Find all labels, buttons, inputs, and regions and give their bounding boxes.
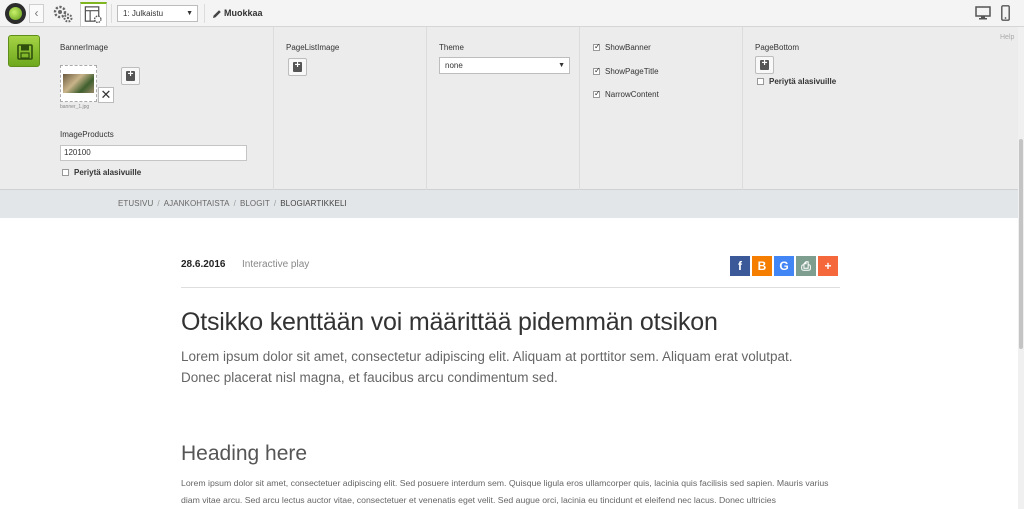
edit-button[interactable]: Muokkaa <box>210 5 267 22</box>
column-divider <box>742 27 743 190</box>
remove-image-button[interactable]: ✕ <box>98 87 114 103</box>
add-page-bottom-button[interactable] <box>755 56 774 74</box>
chevron-left-icon[interactable]: ‹ <box>29 4 44 23</box>
breadcrumb-separator: / <box>273 199 277 208</box>
print-icon[interactable]: ⎙ <box>796 256 816 276</box>
article-date: 28.6.2016 <box>181 259 226 270</box>
version-select-value: 1: Julkaistu <box>123 9 164 18</box>
facebook-icon[interactable]: f <box>730 256 750 276</box>
page-bottom-label: PageBottom <box>755 43 800 52</box>
article-body: Lorem ipsum dolor sit amet, consectetuer… <box>181 478 829 505</box>
page-bottom-inherit-checkbox[interactable] <box>757 78 764 85</box>
breadcrumb-separator: / <box>233 199 236 208</box>
cms-editor-page: ‹ 1: Julkaistu ▼ Muokkaa BannerImage ban… <box>0 0 1024 509</box>
help-link[interactable]: Help <box>1000 34 1014 41</box>
article-lead: Lorem ipsum dolor sit amet, consectetur … <box>181 349 793 385</box>
column-divider <box>273 27 274 190</box>
save-button[interactable] <box>8 35 40 67</box>
show-banner-checkbox[interactable] <box>593 42 601 51</box>
breadcrumb-separator: / <box>157 199 160 208</box>
toolbar-divider <box>204 4 205 23</box>
mobile-icon[interactable] <box>1001 5 1010 21</box>
show-page-title-checkbox[interactable] <box>593 66 601 75</box>
share-buttons: f B G ⎙ + <box>730 256 838 276</box>
logo-icon[interactable] <box>5 3 26 24</box>
page-settings-icon <box>84 6 102 24</box>
narrow-content-row: NarrowContent <box>593 89 659 99</box>
breadcrumb-item-ajankohtaista[interactable]: AJANKOHTAISTA <box>164 199 230 208</box>
caret-down-icon: ▼ <box>186 10 193 17</box>
blogger-icon[interactable]: B <box>752 256 772 276</box>
page-scrollbar[interactable] <box>1018 27 1024 509</box>
google-icon[interactable]: G <box>774 256 794 276</box>
breadcrumb-item-blogit[interactable]: BLOGIT <box>240 199 270 208</box>
add-page-list-image-button[interactable] <box>288 58 307 76</box>
theme-select-value: none <box>445 61 463 70</box>
page-bottom-inherit-label: Periytä alasivuille <box>769 77 837 86</box>
gear-icon[interactable] <box>51 3 75 25</box>
page-list-image-label: PageListImage <box>286 43 340 52</box>
narrow-content-label: NarrowContent <box>605 90 659 99</box>
column-divider <box>579 27 580 190</box>
breadcrumb-item-current: BLOGIARTIKKELI <box>280 199 347 208</box>
show-banner-row: ShowBanner <box>593 42 651 52</box>
banner-image-label: BannerImage <box>60 43 109 52</box>
inherit-label: Periytä alasivuille <box>74 168 142 177</box>
inherit-row: Periytä alasivuille <box>62 168 141 177</box>
banner-image-filename: banner_1.jpg <box>60 104 90 110</box>
top-toolbar: ‹ 1: Julkaistu ▼ Muokkaa <box>0 0 1024 27</box>
page-settings-button[interactable] <box>80 2 107 27</box>
show-banner-label: ShowBanner <box>605 43 651 52</box>
column-divider <box>426 27 427 190</box>
scrollbar-thumb[interactable] <box>1019 139 1023 349</box>
toolbar-divider <box>111 4 112 23</box>
show-page-title-row: ShowPageTitle <box>593 66 659 76</box>
narrow-content-checkbox[interactable] <box>593 89 601 98</box>
add-banner-image-button[interactable] <box>121 67 140 85</box>
more-share-icon[interactable]: + <box>818 256 838 276</box>
page-bottom-inherit-row: Periytä alasivuille <box>757 77 836 86</box>
version-select[interactable]: 1: Julkaistu ▼ <box>117 5 198 22</box>
property-panel: BannerImage banner_1.jpg ✕ ImageProducts… <box>0 27 1024 190</box>
article-title: Otsikko kenttään voi määrittää pidemmän … <box>181 308 718 336</box>
floppy-disk-icon <box>17 44 33 60</box>
theme-select[interactable]: none ▼ <box>439 57 570 74</box>
edit-button-label: Muokkaa <box>224 8 263 18</box>
theme-label: Theme <box>439 43 464 52</box>
image-products-label: ImageProducts <box>60 130 114 139</box>
close-icon: ✕ <box>100 87 112 102</box>
banner-image-thumbnail[interactable] <box>60 65 97 102</box>
article-divider <box>181 287 840 288</box>
article-author: Interactive play <box>242 259 310 270</box>
breadcrumb-bar: ETUSIVU / AJANKOHTAISTA / BLOGIT / BLOGI… <box>0 190 1018 218</box>
caret-down-icon: ▼ <box>558 62 565 69</box>
breadcrumb-item-etusivu[interactable]: ETUSIVU <box>118 199 153 208</box>
inherit-checkbox[interactable] <box>62 169 69 176</box>
image-products-input[interactable]: 120100 <box>60 145 247 161</box>
show-page-title-label: ShowPageTitle <box>605 67 659 76</box>
pencil-icon <box>213 9 221 18</box>
banner-image-preview <box>63 74 94 93</box>
article-heading: Heading here <box>181 442 308 465</box>
breadcrumb: ETUSIVU / AJANKOHTAISTA / BLOGIT / BLOGI… <box>118 199 347 208</box>
desktop-icon[interactable] <box>975 6 991 20</box>
